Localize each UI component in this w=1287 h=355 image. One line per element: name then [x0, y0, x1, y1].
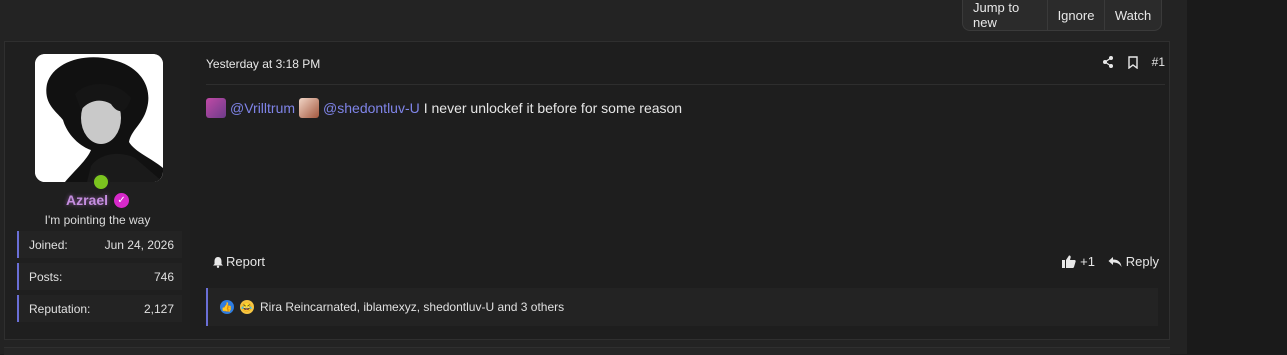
avatar-image	[35, 54, 163, 182]
user-info: Azrael ✓ I'm pointing the way Joined: Ju…	[5, 42, 190, 339]
thread-actions: Jump to new Ignore Watch	[962, 0, 1162, 31]
message-text: I never unlockef it before for some reas…	[423, 100, 683, 116]
mention-avatar	[206, 98, 226, 118]
bell-icon	[213, 256, 223, 268]
like-button[interactable]: +1	[1062, 254, 1095, 269]
mention-avatar	[299, 98, 320, 118]
stat-label: Joined:	[29, 237, 68, 252]
stat-label: Reputation:	[29, 301, 91, 316]
like-reaction-icon: 👍	[220, 300, 234, 314]
report-label: Report	[226, 254, 266, 269]
thumbs-up-icon	[1062, 255, 1076, 268]
user-title: I'm pointing the way	[44, 213, 151, 227]
right-gutter	[1187, 0, 1287, 354]
post-number-link[interactable]: #1	[1152, 55, 1165, 69]
stat-label: Posts:	[29, 269, 63, 284]
reply-icon	[1108, 256, 1122, 267]
stat-value: Jun 24, 2026	[104, 237, 174, 252]
watch-button[interactable]: Watch	[1105, 0, 1161, 30]
stat-value: 2,127	[143, 301, 174, 316]
bookmark-icon[interactable]	[1127, 55, 1138, 69]
post: Azrael ✓ I'm pointing the way Joined: Ju…	[4, 41, 1170, 340]
username[interactable]: Azrael	[66, 192, 108, 208]
mention-link[interactable]: @shedontluv-U	[323, 100, 420, 116]
report-button[interactable]: Report	[212, 254, 265, 269]
mention-link[interactable]: @Vrilltrum	[230, 100, 295, 116]
post-actions: Report +1 Reply	[206, 254, 1165, 274]
online-status-indicator	[92, 173, 110, 191]
jump-to-new-button[interactable]: Jump to new	[963, 0, 1048, 30]
reply-label: Reply	[1125, 254, 1159, 269]
avatar[interactable]	[35, 54, 163, 182]
post-date[interactable]: Yesterday at 3:18 PM	[206, 57, 320, 71]
bookmark-icon-glyph	[1127, 55, 1138, 69]
reply-button[interactable]: Reply	[1108, 254, 1159, 269]
post-content: Yesterday at 3:18 PM #1 @Vrilltrum @shed…	[198, 42, 1165, 339]
post-tools: #1	[1102, 55, 1165, 69]
share-icon[interactable]	[1102, 56, 1114, 68]
reactions-bar[interactable]: 👍 😂 Rira Reincarnated, iblamexyz, shedon…	[206, 288, 1158, 326]
reactions-list[interactable]: Rira Reincarnated, iblamexyz, shedontluv…	[260, 300, 564, 314]
stat-reputation: Reputation: 2,127	[17, 295, 182, 322]
verified-badge-icon: ✓	[114, 192, 130, 208]
laugh-reaction-icon: 😂	[240, 300, 254, 314]
like-count: +1	[1080, 254, 1095, 269]
stat-posts: Posts: 746	[17, 263, 182, 290]
stat-value: 746	[153, 269, 174, 284]
share-icon-glyph	[1102, 56, 1113, 68]
username-row: Azrael ✓	[5, 192, 190, 208]
header-divider	[206, 84, 1165, 85]
ignore-button[interactable]: Ignore	[1048, 0, 1105, 30]
message-body: @Vrilltrum @shedontluv-U I never unlocke…	[206, 98, 682, 118]
stat-joined: Joined: Jun 24, 2026	[17, 231, 182, 258]
